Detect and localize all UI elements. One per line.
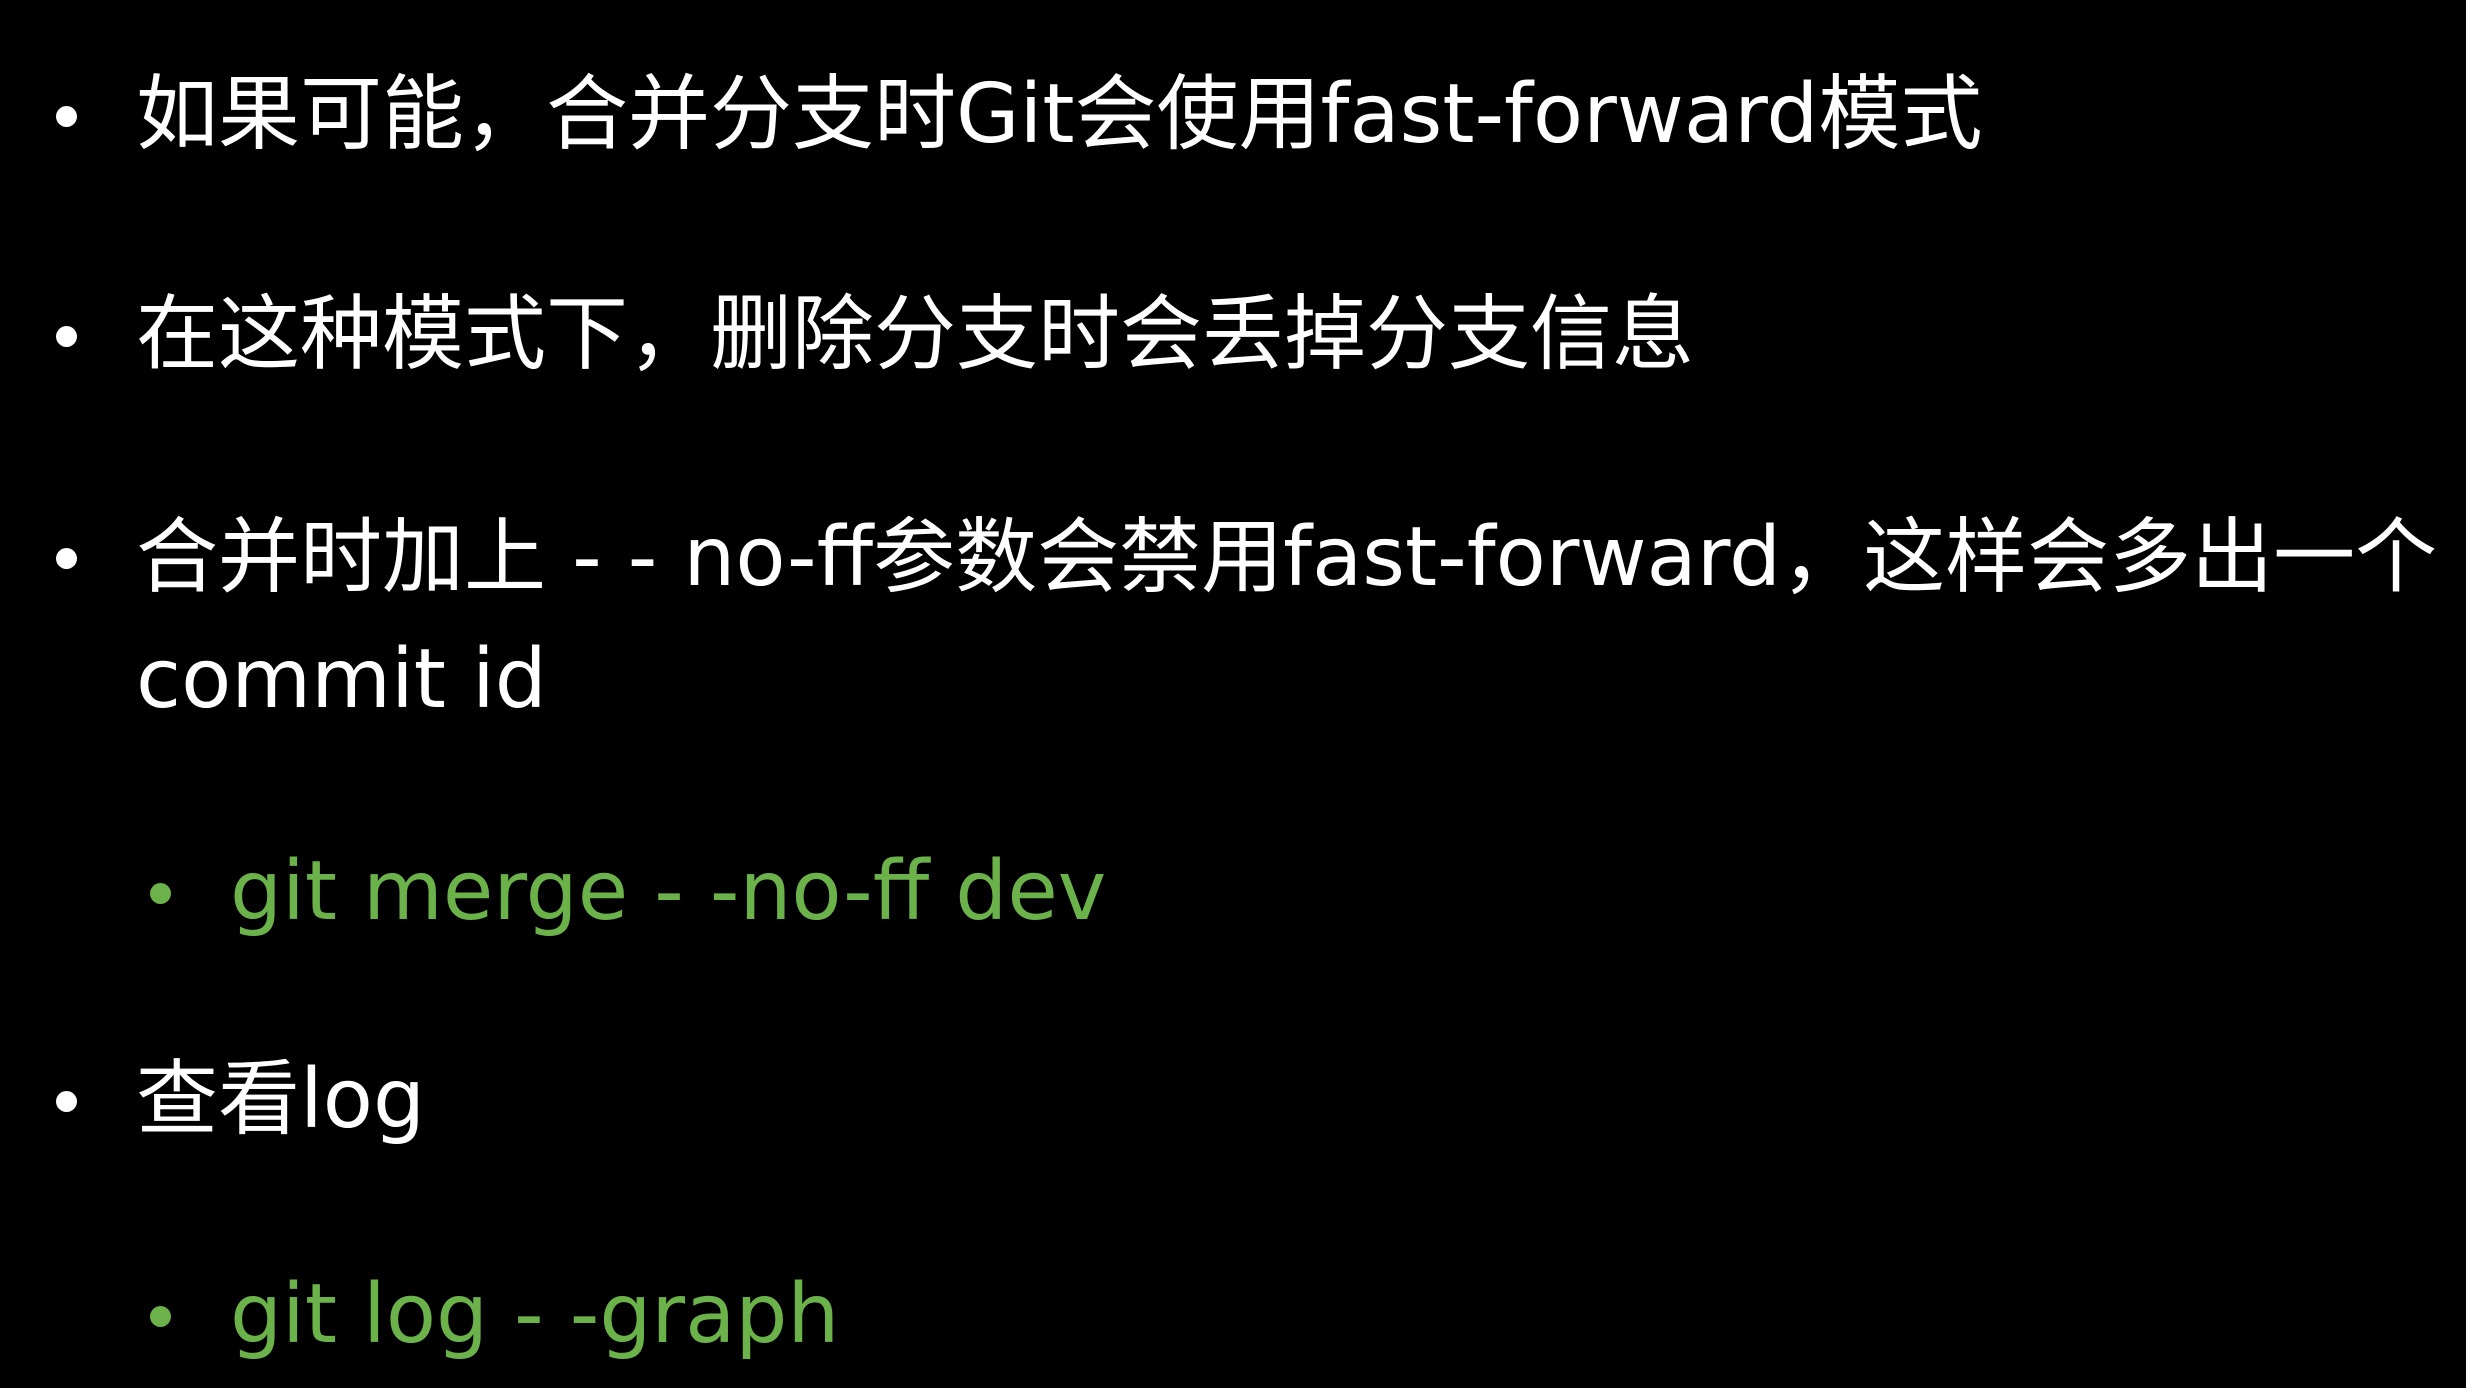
- bullet-dot-icon: [56, 326, 77, 347]
- bullet-item-view-log: 查看log: [56, 1040, 426, 1160]
- command-text: git merge - -no-ff dev: [230, 844, 1107, 939]
- bullet-item-branch-info-lost: 在这种模式下，删除分支时会丢掉分支信息: [56, 275, 1695, 395]
- bullet-item-fast-forward-mode: 如果可能，合并分支时Git会使用fast-forward模式: [56, 55, 1983, 175]
- sub-bullet-item-merge-command: git merge - -no-ff dev: [150, 832, 1107, 952]
- bullet-dot-icon: [56, 548, 77, 569]
- bullet-dot-icon: [56, 1091, 77, 1112]
- bullet-text: 如果可能，合并分支时Git会使用fast-forward模式: [136, 67, 1983, 162]
- bullet-item-no-ff-option: 合并时加上 - - no-ff参数会禁用fast-forward，这样会多出一个…: [56, 497, 2466, 741]
- bullet-text: 查看log: [136, 1052, 426, 1147]
- bullet-text: 在这种模式下，删除分支时会丢掉分支信息: [136, 287, 1695, 382]
- bullet-dot-icon: [56, 106, 77, 127]
- command-text: git log - -graph: [230, 1267, 840, 1362]
- bullet-dot-icon: [150, 1306, 171, 1327]
- sub-bullet-item-log-command: git log - -graph: [150, 1255, 840, 1375]
- slide: 如果可能，合并分支时Git会使用fast-forward模式 在这种模式下，删除…: [0, 0, 2466, 1388]
- bullet-text: 合并时加上 - - no-ff参数会禁用fast-forward，这样会多出一个…: [136, 510, 2438, 727]
- bullet-dot-icon: [150, 883, 171, 904]
